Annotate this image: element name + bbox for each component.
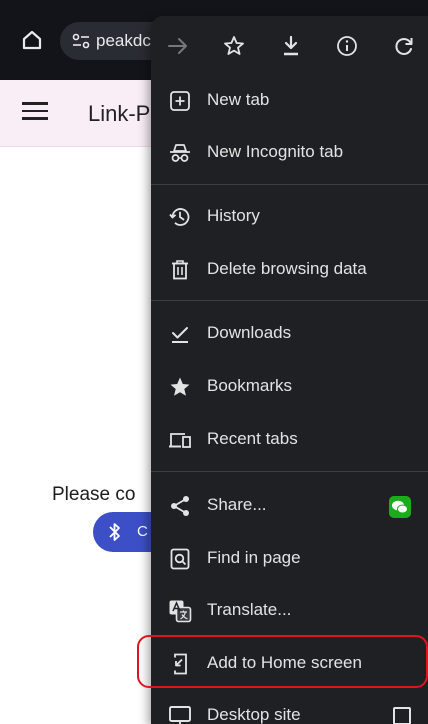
connect-message: Please co [52,484,136,505]
menu-item-label: Add to Home screen [207,653,362,672]
overflow-menu: New tab New Incognito tab History Delete… [151,16,428,724]
menu-divider [151,184,428,185]
refresh-icon[interactable] [391,33,417,59]
bluetooth-icon [109,523,120,541]
menu-item-bookmarks[interactable]: Bookmarks [151,361,428,413]
find-in-page-icon [170,548,190,570]
menu-item-label: New tab [207,90,270,109]
menu-item-label: Bookmarks [207,376,293,395]
desktop-site-checkbox[interactable] [393,707,411,724]
url-text: peakdc [96,31,151,50]
wechat-icon[interactable] [389,496,411,518]
menu-action-bar [151,16,428,76]
menu-item-add-to-home-screen[interactable]: Add to Home screen [151,638,428,690]
menu-item-find-in-page[interactable]: Find in page [151,533,428,585]
menu-item-history[interactable]: History [151,191,428,243]
forward-arrow-icon[interactable] [165,33,191,59]
new-tab-icon [170,91,190,111]
menu-item-label: Delete browsing data [207,259,367,278]
bookmark-star-icon [170,377,190,396]
menu-item-label: Desktop site [207,705,301,724]
menu-item-label: History [207,206,260,225]
menu-divider [151,300,428,301]
menu-item-label: Downloads [207,323,292,342]
page-title: Link-P [88,101,151,126]
menu-item-label: Translate... [207,600,292,619]
recent-tabs-icon [169,433,191,448]
share-icon [171,496,189,516]
trash-icon [172,260,188,280]
incognito-icon [170,144,190,162]
desktop-icon [169,706,191,724]
menu-item-label: Find in page [207,548,301,567]
menu-divider [151,471,428,472]
site-settings-icon[interactable] [72,33,90,49]
menu-item-new-tab[interactable]: New tab [151,75,428,127]
menu-item-label: Recent tabs [207,429,298,448]
menu-item-new-incognito-tab[interactable]: New Incognito tab [151,127,428,179]
menu-item-label: New Incognito tab [207,142,344,161]
menu-item-label: Share... [207,495,267,514]
star-icon[interactable] [221,33,247,59]
add-to-home-icon [174,653,187,675]
menu-item-recent-tabs[interactable]: Recent tabs [151,414,428,466]
hamburger-menu-icon[interactable] [22,102,48,124]
downloads-check-icon [172,327,188,343]
connect-label: C [137,523,148,540]
menu-item-share[interactable]: Share... [151,480,428,532]
history-icon [169,208,190,226]
translate-icon [169,600,192,623]
info-icon[interactable] [334,33,360,59]
home-icon[interactable] [20,28,44,52]
menu-item-translate[interactable]: Translate... [151,585,428,637]
download-icon[interactable] [278,33,304,59]
menu-item-desktop-site[interactable]: Desktop site [151,690,428,724]
menu-item-delete-browsing-data[interactable]: Delete browsing data [151,244,428,296]
menu-item-downloads[interactable]: Downloads [151,308,428,360]
